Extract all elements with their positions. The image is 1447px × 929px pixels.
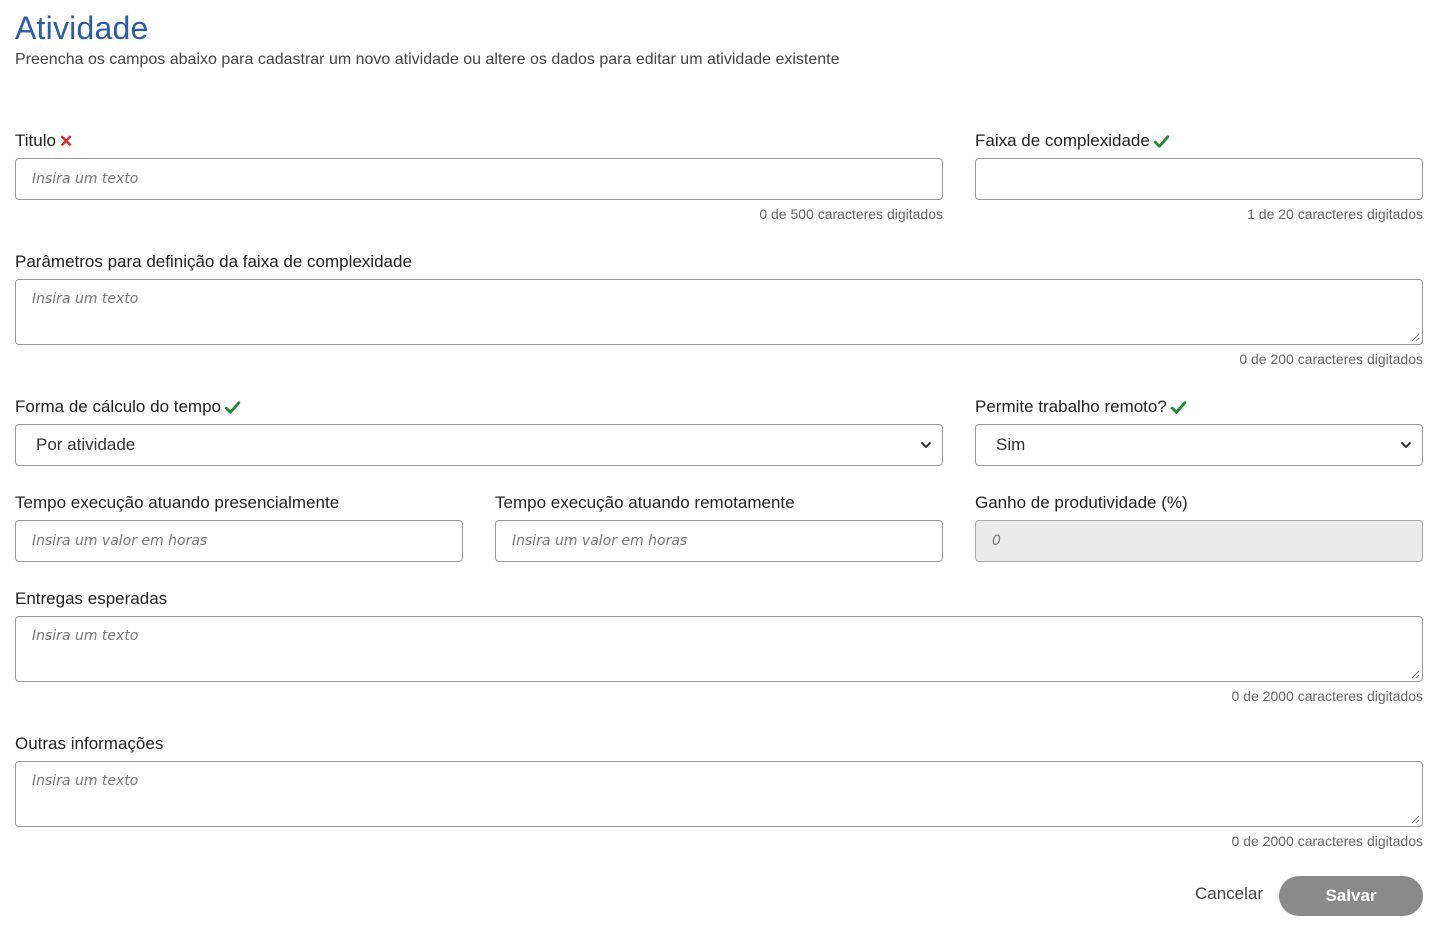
faixa-field-wrapper	[975, 158, 1423, 200]
ganho-label: Ganho de produtividade (%)	[975, 493, 1188, 513]
outras-textarea[interactable]	[16, 762, 1422, 826]
tempo-remoto-label: Tempo execução atuando remotamente	[495, 493, 795, 513]
parametros-label: Parâmetros para definição da faixa de co…	[15, 252, 412, 272]
entregas-label-text: Entregas esperadas	[15, 589, 168, 608]
tempo-remoto-input[interactable]	[496, 521, 942, 561]
outras-label-text: Outras informações	[15, 734, 164, 753]
parametros-field-wrapper	[15, 279, 1423, 345]
tempo-remoto-field-wrapper	[495, 520, 943, 562]
save-button[interactable]: Salvar	[1279, 876, 1423, 916]
outras-label: Outras informações	[15, 734, 163, 754]
remoto-label-text: Permite trabalho remoto?	[975, 397, 1167, 416]
titulo-counter: 0 de 500 caracteres digitados	[759, 206, 943, 222]
titulo-label-text: Titulo	[15, 131, 56, 150]
remoto-selected: Sim	[996, 435, 1026, 454]
titulo-input[interactable]	[16, 159, 942, 199]
invalid-x-icon: ✕	[58, 131, 74, 151]
ganho-input	[976, 521, 1422, 561]
valid-check-icon	[1170, 400, 1187, 414]
entregas-counter: 0 de 2000 caracteres digitados	[1231, 688, 1423, 704]
resize-grip-icon[interactable]	[1411, 815, 1420, 824]
chevron-down-icon	[921, 442, 931, 448]
page-subtitle: Preencha os campos abaixo para cadastrar…	[15, 51, 840, 68]
entregas-field-wrapper	[15, 616, 1423, 682]
faixa-label: Faixa de complexidade	[975, 131, 1170, 151]
resize-grip-icon[interactable]	[1411, 670, 1420, 679]
entregas-label: Entregas esperadas	[15, 589, 167, 609]
forma-calculo-label: Forma de cálculo do tempo	[15, 397, 241, 417]
tempo-presencial-input[interactable]	[16, 521, 462, 561]
tempo-presencial-field-wrapper	[15, 520, 463, 562]
titulo-field-wrapper	[15, 158, 943, 200]
cancel-button[interactable]: Cancelar	[1195, 884, 1263, 904]
page-title: Atividade	[15, 10, 149, 46]
chevron-down-icon	[1401, 442, 1411, 448]
faixa-input[interactable]	[976, 159, 1422, 199]
outras-field-wrapper	[15, 761, 1423, 827]
resize-grip-icon[interactable]	[1411, 333, 1420, 342]
tempo-presencial-label-text: Tempo execução atuando presencialmente	[15, 493, 340, 512]
parametros-label-text: Parâmetros para definição da faixa de co…	[15, 252, 412, 271]
parametros-textarea[interactable]	[16, 280, 1422, 344]
outras-counter: 0 de 2000 caracteres digitados	[1231, 833, 1423, 849]
tempo-presencial-label: Tempo execução atuando presencialmente	[15, 493, 339, 513]
tempo-remoto-label-text: Tempo execução atuando remotamente	[495, 493, 795, 512]
faixa-counter: 1 de 20 caracteres digitados	[1247, 206, 1423, 222]
remoto-select[interactable]: Sim	[975, 424, 1423, 466]
parametros-counter: 0 de 200 caracteres digitados	[1239, 351, 1423, 367]
forma-calculo-selected: Por atividade	[36, 435, 136, 454]
ganho-field-wrapper	[975, 520, 1423, 562]
valid-check-icon	[224, 400, 241, 414]
forma-calculo-label-text: Forma de cálculo do tempo	[15, 397, 221, 416]
remoto-label: Permite trabalho remoto?	[975, 397, 1187, 417]
entregas-textarea[interactable]	[16, 617, 1422, 681]
ganho-label-text: Ganho de produtividade (%)	[975, 493, 1188, 512]
forma-calculo-select[interactable]: Por atividade	[15, 424, 943, 466]
faixa-label-text: Faixa de complexidade	[975, 131, 1150, 150]
valid-check-icon	[1153, 134, 1170, 148]
titulo-label: Titulo ✕	[15, 131, 73, 151]
